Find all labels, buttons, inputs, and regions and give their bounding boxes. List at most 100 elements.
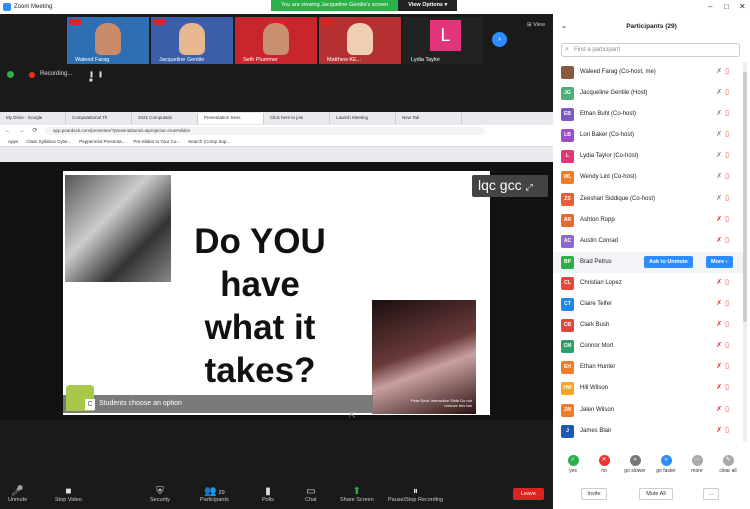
expand-icon[interactable]: ⤢ (525, 182, 532, 192)
participant-row[interactable]: JW Jalen Wilson ✗▯ (553, 400, 744, 421)
video-off-icon[interactable]: ▯ (725, 173, 732, 180)
mute-all-button[interactable]: Mute All (639, 488, 673, 500)
participant-row[interactable]: CB Clark Bush ✗▯ (553, 315, 744, 336)
video-off-icon[interactable]: ▯ (725, 321, 732, 328)
polls-button[interactable]: ▮ Polls (262, 486, 274, 503)
invite-button[interactable]: Invite (581, 488, 607, 500)
minimize-icon[interactable]: – (708, 2, 712, 11)
mic-muted-icon[interactable]: ✗ (716, 237, 725, 244)
mic-muted-icon[interactable]: ✗ (716, 321, 725, 328)
more-options-button[interactable]: ... (703, 488, 719, 500)
video-off-icon[interactable]: ▯ (725, 68, 732, 75)
video-off-icon[interactable]: ▯ (725, 152, 732, 159)
security-button[interactable]: ⛨ Security (150, 486, 170, 503)
pause-recording-button[interactable]: ⏸ Pause/Stop Recording (388, 486, 443, 503)
mic-muted-icon[interactable]: ✗ (716, 342, 725, 349)
scrollbar-thumb[interactable] (743, 72, 747, 322)
mic-muted-icon[interactable]: ✗ (716, 384, 725, 391)
browser-tab[interactable]: Launch Meeting (330, 113, 396, 124)
participant-row[interactable]: EH Ethan Hunter ✗▯ (553, 357, 744, 378)
mic-muted-icon[interactable]: ✗ (716, 427, 725, 434)
url-field[interactable]: app.peardeck.com/presenter/?presentation… (45, 127, 485, 135)
browser-tab[interactable]: 2021 Computatio (132, 113, 198, 124)
video-tile[interactable]: Matthew KE... (319, 17, 401, 64)
participant-row[interactable]: WL Wendy Lint (Co-host) ✗▯ (553, 167, 744, 188)
participant-row[interactable]: BP Brad Petrus Ask to Unmute More › (553, 251, 744, 273)
video-off-icon[interactable]: ▯ (725, 216, 732, 223)
video-off-icon[interactable]: ▯ (725, 384, 732, 391)
stop-video-button[interactable]: ■ Stop Video (55, 486, 82, 503)
reaction-more-button[interactable]: ⋯ more (683, 455, 711, 474)
participant-row[interactable]: CM Connor Mort ✗▯ (553, 336, 744, 357)
next-page-icon[interactable]: › (492, 32, 507, 47)
browser-tab[interactable]: Computational Th (66, 113, 132, 124)
participant-row[interactable]: EB Ethan Buhl (Co-host) ✗▯ (553, 104, 744, 125)
mic-muted-icon[interactable]: ✗ (716, 216, 725, 223)
video-off-icon[interactable]: ▯ (725, 363, 732, 370)
video-off-icon[interactable]: ▯ (725, 300, 732, 307)
video-off-icon[interactable]: ▯ (725, 131, 732, 138)
view-button[interactable]: ⊞ View (527, 22, 545, 28)
participant-row[interactable]: AC Austin Conrad ✗▯ (553, 231, 744, 252)
browser-nav-icon[interactable]: ← → ⟳ (5, 127, 40, 134)
more-button[interactable]: More › (706, 255, 733, 268)
browser-tab[interactable]: New Tab (396, 113, 462, 124)
participants-button[interactable]: 👥 29 Participants (200, 486, 229, 503)
browser-tab[interactable]: Click here to join (264, 113, 330, 124)
participant-row[interactable]: CL Christian Lopez ✗▯ (553, 273, 744, 294)
unmute-button[interactable]: 🎤 Unmute (8, 486, 27, 503)
participant-row[interactable]: AR Ashton Ropp ✗▯ (553, 210, 744, 231)
video-off-icon[interactable]: ▯ (725, 237, 732, 244)
share-screen-button[interactable]: ⬆ Share Screen (340, 486, 374, 503)
participant-row[interactable]: HW Hill Wilson ✗▯ (553, 378, 744, 399)
participant-row[interactable]: JG Jacqueline Gentile (Host) ✗▯ (553, 83, 744, 104)
chat-button[interactable]: ▭ Chat (305, 486, 317, 503)
browser-tab[interactable]: My Drive - Google (0, 113, 66, 124)
chevron-down-icon[interactable]: ⌄ (561, 22, 567, 30)
bookmark[interactable]: Apps (8, 139, 18, 144)
video-tile[interactable]: Seth Plummer (235, 17, 317, 64)
mic-muted-icon[interactable]: ✗ (716, 152, 725, 159)
mic-muted-icon[interactable]: ✗ (716, 195, 725, 202)
reaction-yes-button[interactable]: ✓ yes (559, 455, 587, 474)
video-off-icon[interactable]: ▯ (725, 342, 732, 349)
reaction-go-slower-button[interactable]: « go slower (621, 455, 649, 474)
scrollbar[interactable] (743, 62, 747, 442)
maximize-icon[interactable]: □ (724, 2, 729, 11)
video-off-icon[interactable]: ▯ (725, 89, 732, 96)
mic-muted-icon[interactable]: ✗ (716, 89, 725, 96)
bookmark[interactable]: Pre-Slides to Your Co... (133, 139, 180, 144)
browser-tab[interactable]: Presentation Sess (198, 113, 264, 124)
mic-muted-icon[interactable]: ✗ (716, 173, 725, 180)
bookmark[interactable]: Class Syllabus Cybe... (26, 139, 71, 144)
participant-row[interactable]: Waleed Farag (Co-host, me) ✗▯ (553, 62, 744, 83)
participant-row[interactable]: J James Blair ✗▯ (553, 421, 744, 442)
ask-to-unmute-button[interactable]: Ask to Unmute (644, 255, 693, 268)
video-tile[interactable]: Jacqueline Gentile (151, 17, 233, 64)
video-tile[interactable]: Waleed Farag (67, 17, 149, 64)
reaction-go-faster-button[interactable]: » go faster (652, 455, 680, 474)
mic-muted-icon[interactable]: ✗ (716, 363, 725, 370)
bookmark[interactable]: Peppermint Presenta... (79, 139, 125, 144)
video-off-icon[interactable]: ▯ (725, 110, 732, 117)
participant-row[interactable]: ZS Zeeshan Siddique (Co-host) ✗▯ (553, 189, 744, 210)
participant-search-input[interactable]: ⌕ Find a participant (561, 43, 740, 57)
bookmark[interactable]: Search (Comp Sup... (188, 139, 230, 144)
mic-muted-icon[interactable]: ✗ (716, 68, 725, 75)
video-off-icon[interactable]: ▯ (725, 406, 732, 413)
video-tile[interactable]: L Lydia Taylor (403, 17, 483, 64)
mic-muted-icon[interactable]: ✗ (716, 300, 725, 307)
mic-muted-icon[interactable]: ✗ (716, 131, 725, 138)
mic-muted-icon[interactable]: ✗ (716, 406, 725, 413)
reaction-clear-all-button[interactable]: ✎ clear all (714, 455, 742, 474)
reaction-no-button[interactable]: ✕ no (590, 455, 618, 474)
participant-row[interactable]: L Lydia Taylor (Co-host) ✗▯ (553, 146, 744, 167)
participant-row[interactable]: CT Claire Telfer ✗▯ (553, 294, 744, 315)
video-off-icon[interactable]: ▯ (725, 195, 732, 202)
pause-recording-icon[interactable]: ❚❚ ■ (89, 71, 109, 84)
mic-muted-icon[interactable]: ✗ (716, 279, 725, 286)
view-options-button[interactable]: View Options ▾ (398, 0, 458, 11)
mic-muted-icon[interactable]: ✗ (716, 110, 725, 117)
participant-row[interactable]: LB Lori Baker (Co-host) ✗▯ (553, 125, 744, 146)
video-off-icon[interactable]: ▯ (725, 279, 732, 286)
